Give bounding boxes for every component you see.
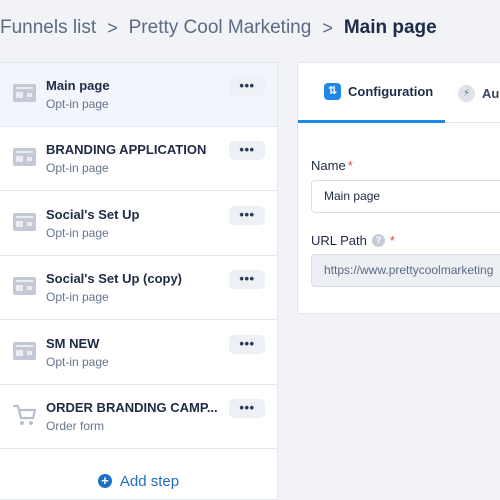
add-step-button[interactable]: + Add step bbox=[0, 461, 277, 499]
name-field-label: Name * bbox=[311, 158, 353, 173]
required-mark: * bbox=[347, 158, 353, 173]
help-icon[interactable]: ? bbox=[371, 234, 385, 247]
step-type: Opt-in page bbox=[46, 97, 109, 111]
breadcrumb-separator: > bbox=[107, 17, 118, 38]
url-path-field-label: URL Path ? * bbox=[311, 233, 395, 248]
more-options-button[interactable]: ••• bbox=[229, 399, 265, 418]
step-title: ORDER BRANDING CAMP... bbox=[46, 400, 218, 415]
step-title: BRANDING APPLICATION bbox=[46, 142, 207, 157]
step-type: Order form bbox=[46, 419, 105, 433]
name-input[interactable]: Main page bbox=[311, 180, 500, 213]
breadcrumb-funnels-list[interactable]: Funnels list bbox=[0, 17, 96, 39]
page-icon bbox=[13, 213, 36, 231]
tab-automation[interactable]: ⚡ Au bbox=[458, 63, 499, 123]
name-label-text: Name bbox=[311, 158, 346, 173]
more-options-button[interactable]: ••• bbox=[229, 141, 265, 160]
plus-circle-icon: + bbox=[97, 474, 112, 488]
cart-icon bbox=[12, 404, 37, 425]
more-options-button[interactable]: ••• bbox=[229, 335, 265, 354]
breadcrumb-funnel[interactable]: Pretty Cool Marketing bbox=[129, 17, 312, 39]
page-icon bbox=[13, 84, 36, 102]
tab-configuration[interactable]: ⇅ Configuration bbox=[298, 63, 445, 123]
lightning-icon: ⚡ bbox=[458, 84, 475, 102]
step-title: Social's Set Up (copy) bbox=[46, 271, 183, 286]
step-item-main-page[interactable]: Main page Opt-in page ••• bbox=[0, 63, 277, 127]
settings-tabs: ⇅ Configuration ⚡ Au bbox=[298, 63, 500, 123]
tab-label: Au bbox=[482, 85, 500, 101]
tab-label: Configuration bbox=[348, 84, 434, 99]
breadcrumb-current-page: Main page bbox=[343, 17, 437, 38]
step-title: Main page bbox=[46, 78, 110, 93]
step-type: Opt-in page bbox=[46, 290, 109, 304]
page-icon bbox=[13, 342, 36, 360]
url-path-input[interactable]: https://www.prettycoolmarketing bbox=[311, 254, 500, 287]
more-options-button[interactable]: ••• bbox=[229, 77, 265, 96]
page-icon bbox=[13, 277, 36, 295]
page-icon bbox=[13, 148, 36, 166]
breadcrumb-separator: > bbox=[322, 17, 333, 38]
step-title: Social's Set Up bbox=[46, 207, 140, 222]
required-mark: * bbox=[389, 233, 395, 248]
step-type: Opt-in page bbox=[46, 355, 109, 369]
step-settings-panel: ⇅ Configuration ⚡ Au Name * Main page UR… bbox=[297, 62, 500, 314]
step-item-socials-set-up[interactable]: Social's Set Up Opt-in page ••• bbox=[0, 192, 277, 256]
add-step-label: Add step bbox=[119, 472, 180, 490]
step-item-socials-set-up-copy[interactable]: Social's Set Up (copy) Opt-in page ••• bbox=[0, 256, 277, 320]
step-type: Opt-in page bbox=[46, 161, 109, 175]
step-type: Opt-in page bbox=[46, 226, 109, 240]
step-item-sm-new[interactable]: SM NEW Opt-in page ••• bbox=[0, 321, 277, 385]
steps-sidebar: Main page Opt-in page ••• BRANDING APPLI… bbox=[0, 62, 278, 500]
more-options-button[interactable]: ••• bbox=[229, 206, 265, 225]
step-item-order-branding-camp[interactable]: ORDER BRANDING CAMP... Order form ••• bbox=[0, 385, 277, 449]
url-label-text: URL Path bbox=[311, 233, 367, 248]
step-title: SM NEW bbox=[46, 336, 100, 351]
sliders-icon: ⇅ bbox=[324, 83, 341, 100]
more-options-button[interactable]: ••• bbox=[229, 270, 265, 289]
breadcrumb: Funnels list > Pretty Cool Marketing > M… bbox=[0, 14, 437, 42]
step-item-branding-application[interactable]: BRANDING APPLICATION Opt-in page ••• bbox=[0, 127, 277, 191]
